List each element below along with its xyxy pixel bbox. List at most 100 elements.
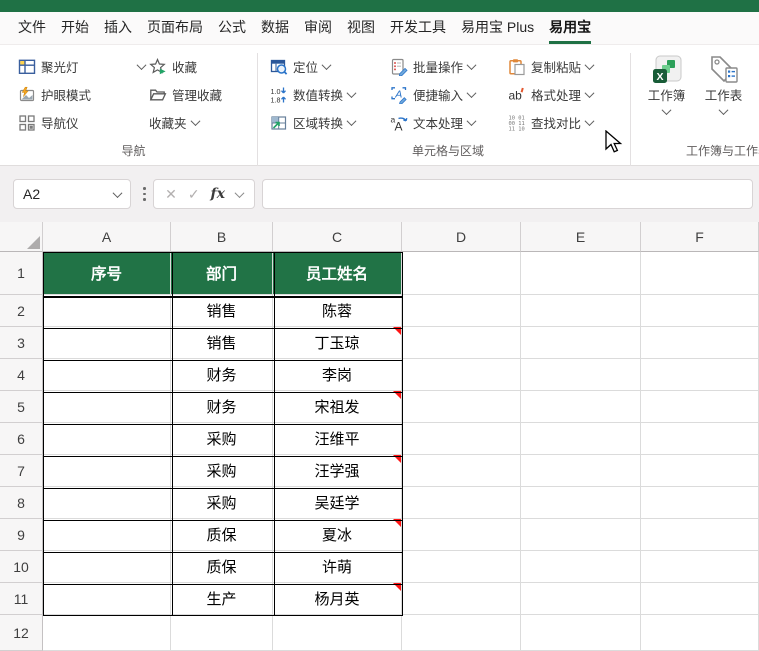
cell-C3[interactable]: 丁玉琼	[273, 327, 402, 359]
cell-B4[interactable]: 财务	[171, 359, 273, 391]
cell-D11[interactable]	[402, 583, 521, 615]
cell-F12[interactable]	[641, 615, 759, 651]
chevron-down-icon[interactable]	[112, 187, 123, 198]
enter-icon[interactable]: ✓	[188, 186, 200, 203]
row-header-9[interactable]: 9	[0, 519, 43, 551]
cell-B7[interactable]: 采购	[171, 455, 273, 487]
cell-B8[interactable]: 采购	[171, 487, 273, 519]
cell-D6[interactable]	[402, 423, 521, 455]
cell-E7[interactable]	[521, 455, 641, 487]
cell-F6[interactable]	[641, 423, 759, 455]
cell-B10[interactable]: 质保	[171, 551, 273, 583]
cell-E5[interactable]	[521, 391, 641, 423]
cell-E1[interactable]	[521, 252, 641, 295]
cell-E12[interactable]	[521, 615, 641, 651]
cell-F9[interactable]	[641, 519, 759, 551]
menu-tab-file[interactable]: 文件	[18, 12, 46, 44]
row-header-8[interactable]: 8	[0, 487, 43, 519]
spotlight-button[interactable]: 聚光灯	[16, 56, 147, 77]
cell-F7[interactable]	[641, 455, 759, 487]
cell-F1[interactable]	[641, 252, 759, 295]
row-header-6[interactable]: 6	[0, 423, 43, 455]
row-header-2[interactable]: 2	[0, 295, 43, 327]
workbook-button[interactable]: X 工作簿	[638, 53, 695, 119]
cell-C4[interactable]: 李岗	[273, 359, 402, 391]
insert-function-icon[interactable]: fx	[211, 186, 225, 202]
menu-tab-yyb[interactable]: 易用宝	[549, 12, 592, 44]
range-convert-button[interactable]: 区域转换	[268, 112, 388, 133]
cell-F4[interactable]	[641, 359, 759, 391]
favorite-button[interactable]: 收藏	[147, 56, 251, 77]
menu-tab-home[interactable]: 开始	[61, 12, 89, 44]
cell-E8[interactable]	[521, 487, 641, 519]
cell-C1[interactable]: 员工姓名	[273, 252, 402, 295]
cell-D10[interactable]	[402, 551, 521, 583]
row-header-11[interactable]: 11	[0, 583, 43, 615]
menu-tab-insert[interactable]: 插入	[104, 12, 132, 44]
cell-B1[interactable]: 部门	[171, 252, 273, 295]
cell-D12[interactable]	[402, 615, 521, 651]
cell-D5[interactable]	[402, 391, 521, 423]
select-all-corner[interactable]	[0, 222, 43, 252]
cell-F2[interactable]	[641, 295, 759, 327]
row-header-4[interactable]: 4	[0, 359, 43, 391]
copy-paste-button[interactable]: 复制粘贴	[506, 56, 628, 77]
cell-C5[interactable]: 宋祖发	[273, 391, 402, 423]
cell-C7[interactable]: 汪学强	[273, 455, 402, 487]
cell-A10[interactable]	[43, 551, 171, 583]
row-header-7[interactable]: 7	[0, 455, 43, 487]
menu-tab-data[interactable]: 数据	[261, 12, 289, 44]
cancel-icon[interactable]: ✕	[165, 186, 177, 203]
menu-tab-yyb-plus[interactable]: 易用宝 Plus	[461, 12, 534, 44]
cell-F5[interactable]	[641, 391, 759, 423]
cell-B6[interactable]: 采购	[171, 423, 273, 455]
menu-tab-view[interactable]: 视图	[347, 12, 375, 44]
row-header-3[interactable]: 3	[0, 327, 43, 359]
row-header-5[interactable]: 5	[0, 391, 43, 423]
cell-A6[interactable]	[43, 423, 171, 455]
cell-D9[interactable]	[402, 519, 521, 551]
col-header-C[interactable]: C	[273, 222, 402, 252]
formula-input[interactable]	[262, 179, 753, 209]
chevron-down-icon[interactable]	[234, 187, 245, 198]
cell-A11[interactable]	[43, 583, 171, 615]
cell-B9[interactable]: 质保	[171, 519, 273, 551]
cell-C11[interactable]: 杨月英	[273, 583, 402, 615]
cell-E6[interactable]	[521, 423, 641, 455]
menu-tab-page-layout[interactable]: 页面布局	[147, 12, 203, 44]
cell-D3[interactable]	[402, 327, 521, 359]
cell-A4[interactable]	[43, 359, 171, 391]
cell-F3[interactable]	[641, 327, 759, 359]
cell-A9[interactable]	[43, 519, 171, 551]
locate-button[interactable]: 定位	[268, 56, 388, 77]
cell-D8[interactable]	[402, 487, 521, 519]
text-process-button[interactable]: a A 文本处理	[388, 112, 506, 133]
cell-E3[interactable]	[521, 327, 641, 359]
name-box[interactable]: A2	[13, 179, 131, 209]
cell-B5[interactable]: 财务	[171, 391, 273, 423]
cell-A1[interactable]: 序号	[43, 252, 171, 295]
favorites-folder-button[interactable]: 收藏夹	[147, 112, 251, 133]
cell-A8[interactable]	[43, 487, 171, 519]
quick-input-button[interactable]: A 便捷输入	[388, 84, 506, 105]
cell-E2[interactable]	[521, 295, 641, 327]
cell-A2[interactable]	[43, 295, 171, 327]
manage-favorites-button[interactable]: 管理收藏	[147, 84, 251, 105]
number-convert-button[interactable]: 1.0 1.8 数值转换	[268, 84, 388, 105]
col-header-B[interactable]: B	[171, 222, 273, 252]
cell-B3[interactable]: 销售	[171, 327, 273, 359]
cell-E4[interactable]	[521, 359, 641, 391]
format-process-button[interactable]: ab 格式处理	[506, 84, 628, 105]
cell-C8[interactable]: 吴廷学	[273, 487, 402, 519]
cell-C12[interactable]	[273, 615, 402, 651]
row-header-1[interactable]: 1	[0, 252, 43, 295]
cell-C2[interactable]: 陈蓉	[273, 295, 402, 327]
cell-A12[interactable]	[43, 615, 171, 651]
cell-C6[interactable]: 汪维平	[273, 423, 402, 455]
merge-split-button[interactable]: 合并 拆分	[752, 53, 759, 119]
cell-F10[interactable]	[641, 551, 759, 583]
cell-A7[interactable]	[43, 455, 171, 487]
row-header-10[interactable]: 10	[0, 551, 43, 583]
menu-tab-review[interactable]: 审阅	[304, 12, 332, 44]
menu-tab-developer[interactable]: 开发工具	[390, 12, 446, 44]
